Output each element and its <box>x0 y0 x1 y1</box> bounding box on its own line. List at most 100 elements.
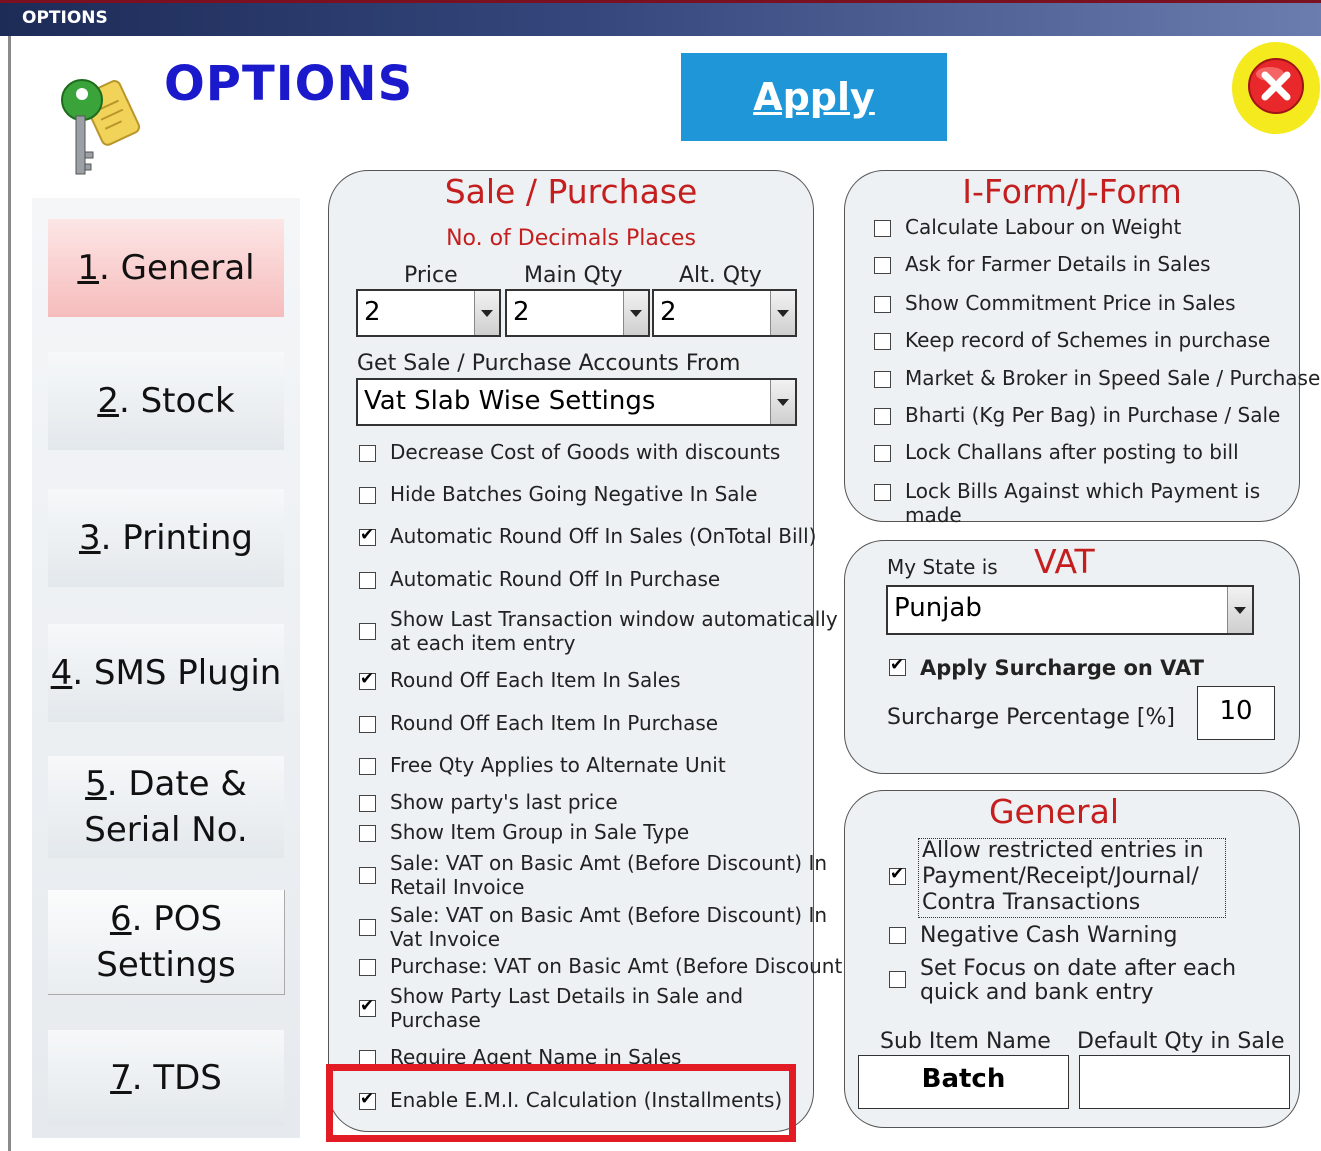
tab-date-serial[interactable]: 5. Date & Serial No. <box>48 756 284 858</box>
apply-button[interactable]: Apply <box>681 53 947 141</box>
tab-printing[interactable]: 3. Printing <box>48 489 284 587</box>
tab-printing-label: . Printing <box>100 518 254 558</box>
tab-general[interactable]: 1. General <box>48 219 284 317</box>
sale-option-label: Show Item Group in Sale Type <box>390 820 689 844</box>
iform-option-checkbox[interactable] <box>874 445 891 462</box>
restricted-entries-checkbox[interactable] <box>889 864 906 885</box>
negative-cash-label: Negative Cash Warning <box>920 923 1178 948</box>
restricted-entries-label: Allow restricted entries in Payment/Rece… <box>922 838 1204 916</box>
chevron-down-icon[interactable] <box>770 380 795 424</box>
sale-option-label-line-1: Show Party Last Details in Sale and <box>390 984 744 1008</box>
chevron-down-icon[interactable] <box>474 291 499 335</box>
sale-option-checkbox[interactable] <box>359 572 376 589</box>
sale-option-label: Automatic Round Off In Purchase <box>390 567 720 591</box>
sale-purchase-title: Sale / Purchase <box>444 172 698 211</box>
iform-option-label-line-1: Show Commitment Price in Sales <box>905 291 1236 315</box>
iform-option-label: Bharti (Kg Per Bag) in Purchase / Sale <box>905 403 1280 427</box>
sale-option-label-line-2: Retail Invoice <box>390 875 525 899</box>
sale-option-label-line-2: Purchase <box>390 1008 481 1032</box>
sale-option-checkbox[interactable] <box>359 525 376 546</box>
iform-option-checkbox[interactable] <box>874 333 891 350</box>
sale-option-checkbox[interactable] <box>359 919 376 936</box>
price-label: Price <box>404 263 458 288</box>
general-title: General <box>988 792 1120 831</box>
sale-option-label: Show Last Transaction window automatical… <box>390 607 838 655</box>
main-qty-label: Main Qty <box>524 263 623 288</box>
chevron-down-icon[interactable] <box>770 291 795 335</box>
iform-option-checkbox[interactable] <box>874 371 891 388</box>
tab-date-serial-label-2: Serial No. <box>84 810 248 850</box>
sale-option-checkbox[interactable] <box>359 795 376 812</box>
iform-option-checkbox[interactable] <box>874 220 891 237</box>
sale-option-label: Free Qty Applies to Alternate Unit <box>390 753 726 777</box>
negative-cash-checkbox[interactable] <box>889 927 906 944</box>
page-heading: OPTIONS <box>164 56 414 112</box>
sale-option-label: Hide Batches Going Negative In Sale <box>390 482 757 506</box>
sale-option-label-line-1: Free Qty Applies to Alternate Unit <box>390 753 726 777</box>
sale-option-label-line-1: Automatic Round Off In Sales (OnTotal Bi… <box>390 524 817 548</box>
sale-option-label-line-1: Show party's last price <box>390 790 618 814</box>
state-select[interactable]: Punjab <box>886 585 1254 635</box>
iform-option-label: Keep record of Schemes in purchase <box>905 328 1270 352</box>
iform-option-checkbox[interactable] <box>874 408 891 425</box>
tab-stock[interactable]: 2. Stock <box>48 352 284 450</box>
tab-general-label: . General <box>99 248 255 288</box>
tab-printing-hotkey: 3 <box>78 518 101 558</box>
highlight-box <box>326 1064 796 1142</box>
default-qty-input[interactable] <box>1079 1055 1290 1109</box>
restricted-line-1: Allow restricted entries in <box>922 838 1204 863</box>
iform-option-checkbox[interactable] <box>874 484 891 501</box>
sub-item-input[interactable]: Batch <box>858 1055 1069 1109</box>
sale-option-checkbox[interactable] <box>359 825 376 842</box>
sale-option-checkbox[interactable] <box>359 487 376 504</box>
window-title: OPTIONS <box>22 8 108 28</box>
iform-option-label-line-1: Ask for Farmer Details in Sales <box>905 252 1211 276</box>
sale-option-checkbox[interactable] <box>359 867 376 884</box>
tab-tds[interactable]: 7. TDS <box>48 1030 284 1126</box>
sale-option-checkbox[interactable] <box>359 669 376 690</box>
accounts-select[interactable]: Vat Slab Wise Settings <box>356 378 797 426</box>
sale-option-checkbox[interactable] <box>359 959 376 976</box>
surcharge-check-label: Apply Surcharge on VAT <box>920 656 1204 680</box>
sale-option-label: Round Off Each Item In Sales <box>390 668 681 692</box>
alt-qty-decimals-select[interactable]: 2 <box>652 289 797 337</box>
sale-option-label-line-1: Show Last Transaction window automatical… <box>390 607 838 631</box>
sale-option-label: Show Party Last Details in Sale and Purch… <box>390 984 743 1032</box>
sale-option-checkbox[interactable] <box>359 996 376 1017</box>
surcharge-pct-input[interactable]: 10 <box>1197 686 1275 740</box>
iform-option-checkbox[interactable] <box>874 257 891 274</box>
main-qty-decimals-select[interactable]: 2 <box>505 289 650 337</box>
sale-option-label-line-1: Sale: VAT on Basic Amt (Before Discount)… <box>390 903 828 927</box>
chevron-down-icon[interactable] <box>1227 587 1252 633</box>
sale-option-label: Purchase: VAT on Basic Amt (Before Disco… <box>390 954 850 978</box>
default-qty-label: Default Qty in Sale <box>1077 1029 1285 1054</box>
iform-option-label: Lock Challans after posting to bill <box>905 440 1239 464</box>
tab-sms-plugin[interactable]: 4. SMS Plugin <box>48 624 284 722</box>
focus-date-checkbox[interactable] <box>889 971 906 988</box>
vat-title: VAT <box>1034 542 1095 581</box>
sale-option-checkbox[interactable] <box>359 758 376 775</box>
iform-option-label: Ask for Farmer Details in Sales <box>905 252 1211 276</box>
price-decimals-select[interactable]: 2 <box>356 289 501 337</box>
sale-option-checkbox[interactable] <box>359 445 376 462</box>
focus-date-line-2: quick and bank entry <box>920 980 1154 1005</box>
decimals-label: No. of Decimals Places <box>446 226 696 251</box>
close-icon[interactable] <box>1228 40 1320 136</box>
chevron-down-icon[interactable] <box>623 291 648 335</box>
tab-pos-settings[interactable]: 6. POS Settings <box>48 890 285 995</box>
sale-option-label-line-1: Automatic Round Off In Purchase <box>390 567 721 591</box>
sale-option-label-line-2: Vat Invoice <box>390 927 501 951</box>
sale-option-label-line-1: Purchase: VAT on Basic Amt (Before Disco… <box>390 954 851 978</box>
restricted-line-3: Contra Transactions <box>922 890 1141 915</box>
iform-option-label-line-1: Lock Challans after posting to bill <box>905 440 1239 464</box>
sale-option-checkbox[interactable] <box>359 716 376 733</box>
tab-sms-plugin-label: . SMS Plugin <box>72 653 282 693</box>
sale-option-checkbox[interactable] <box>359 623 376 640</box>
iform-option-label-line-1: Keep record of Schemes in purchase <box>905 328 1271 352</box>
iform-option-label: Show Commitment Price in Sales <box>905 291 1236 315</box>
sale-option-label: Round Off Each Item In Purchase <box>390 711 718 735</box>
iform-option-label: Calculate Labour on Weight <box>905 215 1181 239</box>
surcharge-checkbox[interactable] <box>889 655 906 676</box>
tab-date-serial-label: . Date & <box>106 764 247 804</box>
iform-option-checkbox[interactable] <box>874 296 891 313</box>
